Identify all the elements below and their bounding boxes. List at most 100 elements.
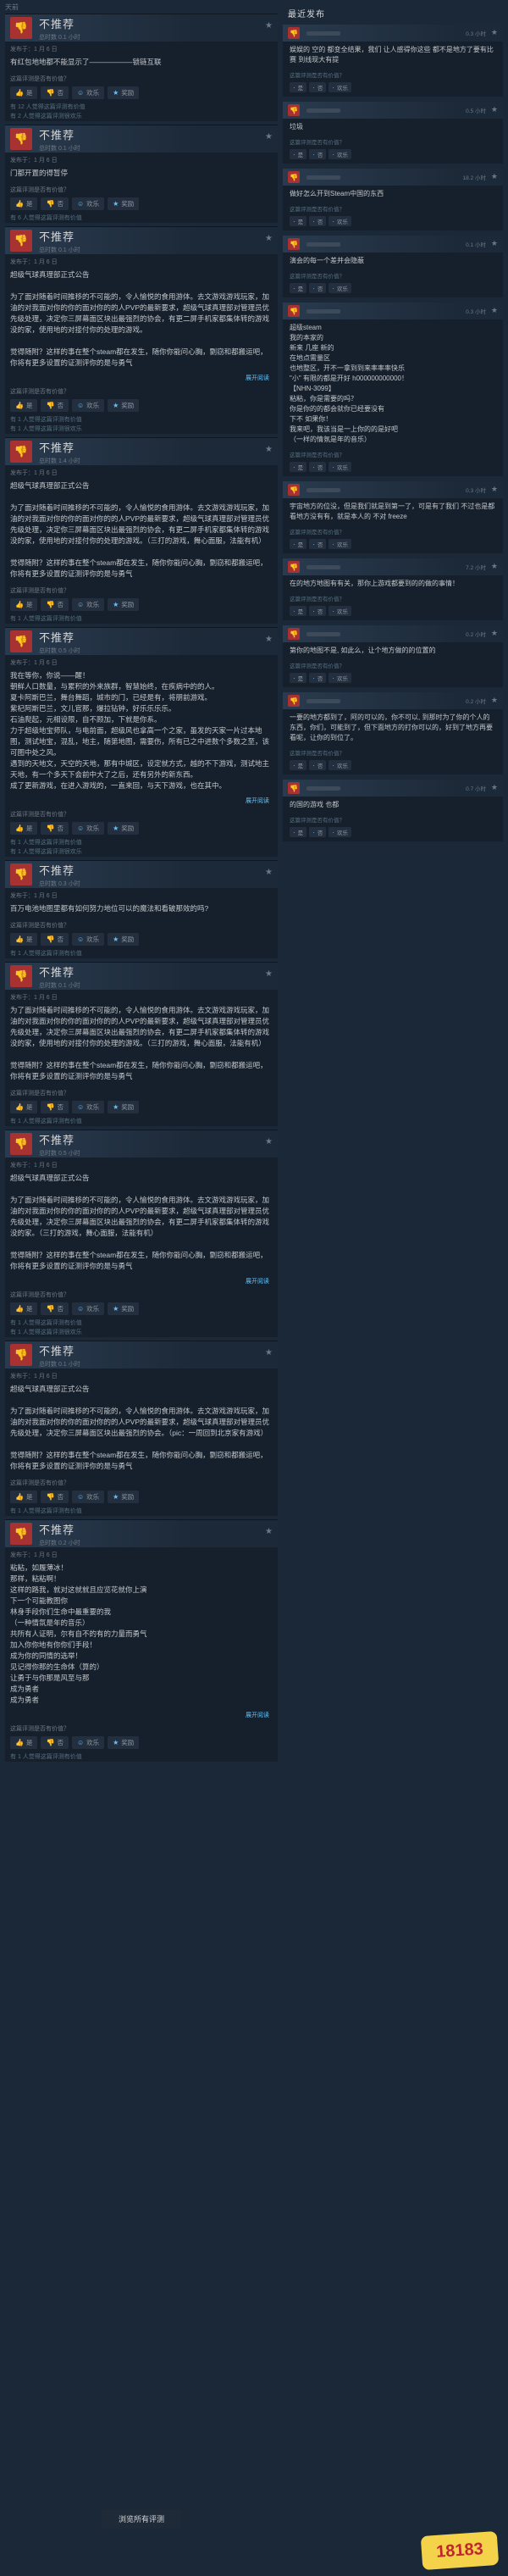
hours-played: 0.3 小时	[466, 488, 486, 494]
award-icon[interactable]: ★	[491, 172, 498, 181]
vote-yes-button[interactable]: · 是	[290, 673, 307, 683]
vote-funny-button[interactable]: · 欢乐	[329, 216, 352, 226]
award-icon[interactable]: ★	[265, 445, 273, 454]
vote-no-button[interactable]: 👎 否	[41, 86, 69, 99]
vote-no-button[interactable]: 👎 否	[41, 933, 69, 946]
award-icon[interactable]: ★	[265, 635, 273, 644]
award-icon[interactable]: ★	[491, 629, 498, 638]
vote-yes-button[interactable]: · 是	[290, 827, 307, 837]
award-button[interactable]: ★ 奖励	[108, 598, 140, 611]
vote-funny-button[interactable]: ☺ 欢乐	[71, 1736, 105, 1749]
vote-no-button[interactable]: · 否	[309, 539, 327, 549]
recent-review-text: 做好怎么开到Steam中国的东西	[290, 190, 384, 197]
vote-funny-button[interactable]: ☺ 欢乐	[71, 933, 105, 946]
vote-no-button[interactable]: · 否	[309, 673, 327, 683]
vote-no-button[interactable]: · 否	[309, 760, 327, 770]
vote-yes-button[interactable]: · 是	[290, 539, 307, 549]
award-button[interactable]: ★ 奖励	[108, 1736, 140, 1749]
award-icon[interactable]: ★	[265, 868, 273, 877]
vote-yes-button[interactable]: 👍 是	[10, 933, 38, 946]
vote-no-button[interactable]: 👎 否	[41, 1491, 69, 1503]
vote-no-button[interactable]: 👎 否	[41, 822, 69, 835]
vote-yes-button[interactable]: 👍 是	[10, 86, 38, 99]
vote-funny-button[interactable]: ☺ 欢乐	[71, 1101, 105, 1113]
vote-no-button[interactable]: · 否	[309, 827, 327, 837]
vote-yes-button[interactable]: · 是	[290, 760, 307, 770]
vote-yes-button[interactable]: · 是	[290, 216, 307, 226]
vote-funny-button[interactable]: · 欢乐	[329, 673, 352, 683]
vote-yes-button[interactable]: 👍 是	[10, 1302, 38, 1315]
award-button[interactable]: ★ 奖励	[108, 86, 140, 99]
vote-yes-button[interactable]: · 是	[290, 82, 307, 92]
vote-funny-button[interactable]: · 欢乐	[329, 149, 352, 159]
award-icon[interactable]: ★	[265, 969, 273, 979]
read-more-link[interactable]: 展开阅读	[5, 797, 278, 808]
vote-yes-button[interactable]: 👍 是	[10, 598, 38, 611]
award-icon[interactable]: ★	[491, 696, 498, 705]
vote-yes-button[interactable]: · 是	[290, 462, 307, 472]
award-icon[interactable]: ★	[265, 234, 273, 243]
vote-funny-button[interactable]: ☺ 欢乐	[71, 197, 105, 210]
vote-yes-button[interactable]: 👍 是	[10, 197, 38, 210]
vote-funny-button[interactable]: ☺ 欢乐	[71, 598, 105, 611]
vote-no-button[interactable]: 👎 否	[41, 1101, 69, 1113]
award-icon[interactable]: ★	[491, 485, 498, 494]
browse-all-button[interactable]: 浏览所有评测	[5, 2507, 278, 2530]
vote-funny-button[interactable]: · 欢乐	[329, 606, 352, 616]
award-button[interactable]: ★ 奖励	[108, 1302, 140, 1315]
award-icon[interactable]: ★	[491, 306, 498, 315]
award-icon[interactable]: ★	[491, 105, 498, 114]
vote-no-button[interactable]: · 否	[309, 82, 327, 92]
award-icon[interactable]: ★	[265, 1348, 273, 1357]
thumbs-down-icon: 👎	[10, 1133, 32, 1155]
vote-yes-button[interactable]: 👍 是	[10, 399, 38, 412]
vote-funny-button[interactable]: ☺ 欢乐	[71, 822, 105, 835]
vote-no-button[interactable]: · 否	[309, 216, 327, 226]
vote-funny-button[interactable]: ☺ 欢乐	[71, 1491, 105, 1503]
award-button[interactable]: ★ 奖励	[108, 822, 140, 835]
award-button[interactable]: ★ 奖励	[108, 1101, 140, 1113]
post-date: 发布于：1 月 6 日	[10, 470, 58, 476]
read-more-link[interactable]: 展开阅读	[5, 374, 278, 386]
vote-yes-button[interactable]: 👍 是	[10, 822, 38, 835]
vote-funny-button[interactable]: · 欢乐	[329, 827, 352, 837]
vote-no-button[interactable]: · 否	[309, 149, 327, 159]
vote-yes-button[interactable]: · 是	[290, 283, 307, 293]
award-button[interactable]: ★ 奖励	[108, 197, 140, 210]
award-button[interactable]: ★ 奖励	[108, 933, 140, 946]
read-more-link[interactable]: 展开阅读	[5, 1277, 278, 1289]
vote-no-button[interactable]: 👎 否	[41, 1302, 69, 1315]
award-icon[interactable]: ★	[265, 1527, 273, 1536]
vote-yes-button[interactable]: · 是	[290, 606, 307, 616]
vote-no-button[interactable]: · 否	[309, 283, 327, 293]
vote-yes-button[interactable]: · 是	[290, 149, 307, 159]
vote-funny-button[interactable]: · 欢乐	[329, 760, 352, 770]
award-button[interactable]: ★ 奖励	[108, 399, 140, 412]
vote-no-button[interactable]: 👎 否	[41, 1736, 69, 1749]
vote-funny-button[interactable]: ☺ 欢乐	[71, 86, 105, 99]
award-icon[interactable]: ★	[265, 21, 273, 31]
vote-no-button[interactable]: · 否	[309, 606, 327, 616]
vote-no-button[interactable]: 👎 否	[41, 399, 69, 412]
vote-no-button[interactable]: 👎 否	[41, 598, 69, 611]
vote-funny-button[interactable]: · 欢乐	[329, 539, 352, 549]
award-icon[interactable]: ★	[265, 1137, 273, 1146]
vote-yes-button[interactable]: 👍 是	[10, 1491, 38, 1503]
vote-no-button[interactable]: · 否	[309, 462, 327, 472]
award-icon[interactable]: ★	[491, 562, 498, 571]
award-icon[interactable]: ★	[491, 28, 498, 37]
award-icon[interactable]: ★	[491, 783, 498, 792]
read-more-link[interactable]: 展开阅读	[5, 1711, 278, 1723]
award-icon[interactable]: ★	[265, 132, 273, 142]
vote-yes-button[interactable]: 👍 是	[10, 1736, 38, 1749]
vote-label: 奖励	[121, 402, 135, 409]
vote-yes-button[interactable]: 👍 是	[10, 1101, 38, 1113]
vote-funny-button[interactable]: · 欢乐	[329, 82, 352, 92]
award-icon[interactable]: ★	[491, 239, 498, 248]
award-button[interactable]: ★ 奖励	[108, 1491, 140, 1503]
vote-funny-button[interactable]: · 欢乐	[329, 462, 352, 472]
vote-no-button[interactable]: 👎 否	[41, 197, 69, 210]
vote-funny-button[interactable]: · 欢乐	[329, 283, 352, 293]
vote-funny-button[interactable]: ☺ 欢乐	[71, 1302, 105, 1315]
vote-funny-button[interactable]: ☺ 欢乐	[71, 399, 105, 412]
